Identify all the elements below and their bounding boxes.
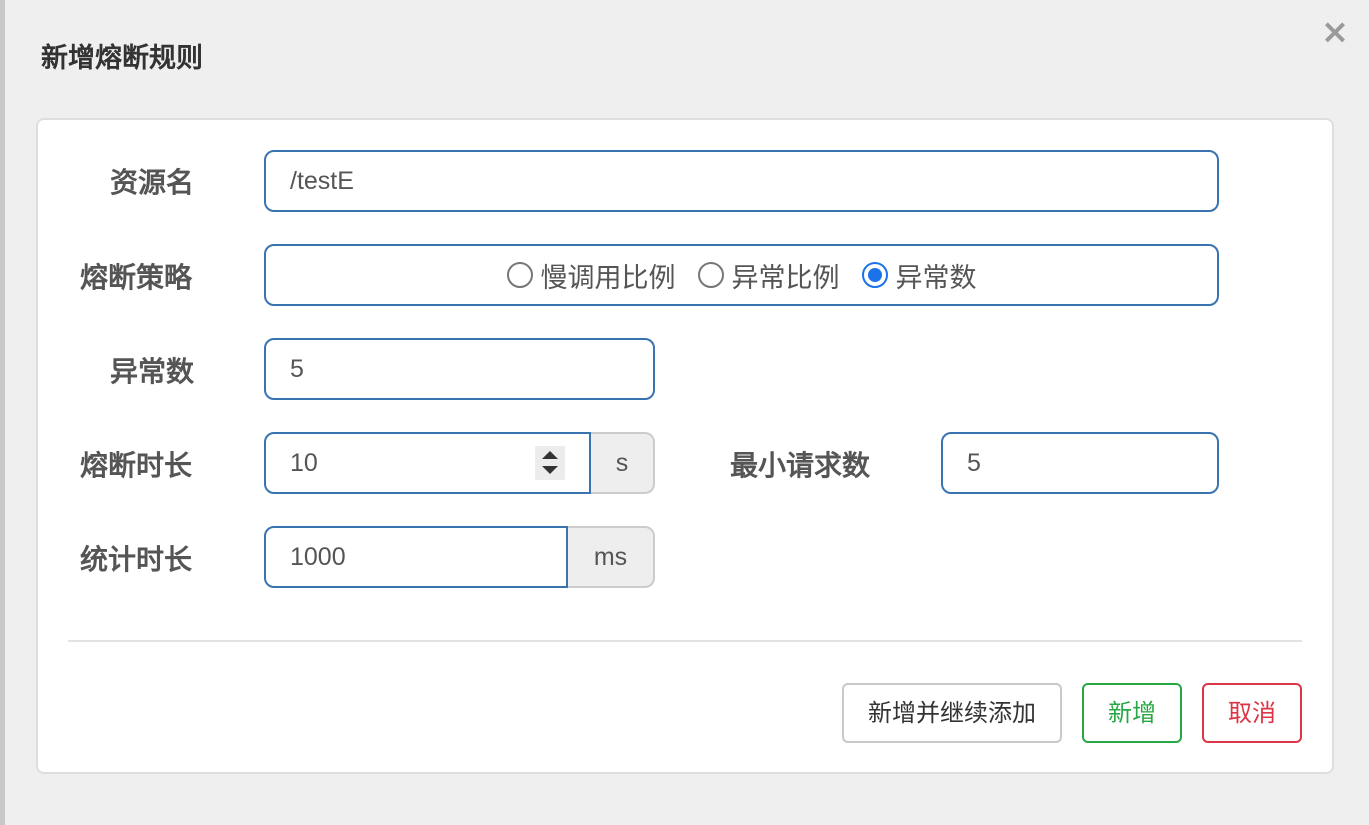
add-and-continue-button[interactable]: 新增并继续添加 <box>842 683 1062 743</box>
exception-count-input[interactable]: 5 <box>264 338 655 400</box>
radio-label: 异常比例 <box>731 262 840 294</box>
radio-circle-icon <box>506 262 533 288</box>
add-button[interactable]: 新增 <box>1082 683 1182 743</box>
radio-exception-count[interactable]: 异常数 <box>861 256 977 295</box>
min-request-label: 最小请求数 <box>730 449 871 482</box>
min-request-input[interactable]: 5 <box>941 432 1219 494</box>
strategy-label: 熔断策略 <box>80 261 193 294</box>
stat-interval-label: 统计时长 <box>80 543 193 576</box>
spinner-up-icon[interactable] <box>542 451 558 459</box>
resource-label: 资源名 <box>110 166 195 199</box>
radio-exception-ratio[interactable]: 异常比例 <box>697 256 840 295</box>
close-icon[interactable]: × <box>1319 14 1351 50</box>
exception-count-label: 异常数 <box>110 355 195 388</box>
number-spinner[interactable] <box>535 446 565 480</box>
break-duration-unit: s <box>591 432 655 494</box>
stat-interval-unit: ms <box>568 526 655 588</box>
spinner-down-icon[interactable] <box>542 466 558 474</box>
strategy-radio-group: 慢调用比例 异常比例 异常数 <box>264 244 1219 306</box>
radio-slow-call-ratio[interactable]: 慢调用比例 <box>506 256 676 295</box>
resource-input[interactable]: /testE <box>264 150 1219 212</box>
radio-label: 异常数 <box>895 262 977 294</box>
radio-checked-icon <box>861 262 888 288</box>
cancel-button[interactable]: 取消 <box>1202 683 1302 743</box>
radio-label: 慢调用比例 <box>540 262 676 294</box>
stat-interval-input[interactable]: 1000 <box>264 526 568 588</box>
form-panel: 资源名 /testE 熔断策略 慢调用比例 异常比例 异常数 异常数 5 熔断时… <box>36 118 1334 774</box>
footer-divider <box>68 640 1302 642</box>
radio-circle-icon <box>697 262 724 288</box>
dialog-title: 新增熔断规则 <box>41 43 203 74</box>
break-duration-label: 熔断时长 <box>80 449 193 482</box>
